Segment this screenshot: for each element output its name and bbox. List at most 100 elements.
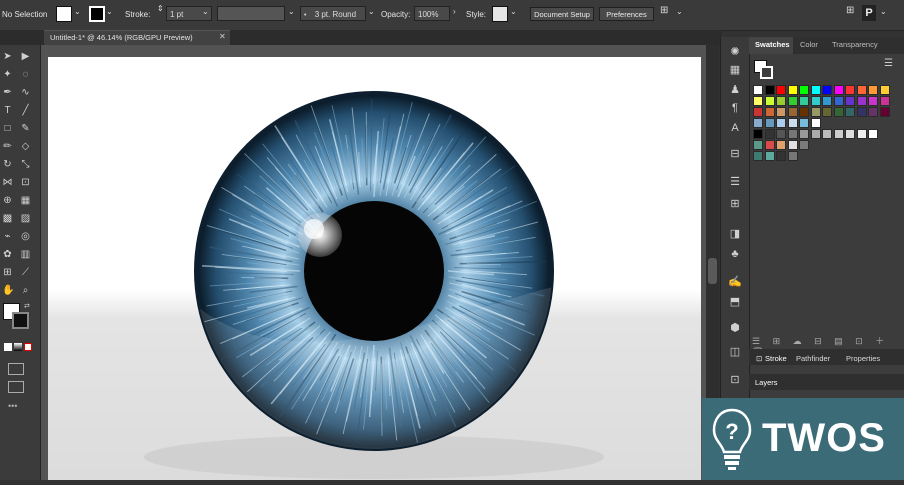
color-swatch[interactable] [753,96,763,106]
color-guide-icon[interactable]: ✺ [727,45,743,59]
blend-icon[interactable]: ◎ [20,231,31,242]
color-swatch[interactable] [776,96,786,106]
color-swatch[interactable] [868,85,878,95]
color-swatch[interactable] [857,107,867,117]
workspace-grid-icon[interactable]: ⊞ [846,5,854,16]
arrange-icon[interactable]: ⊞ [660,5,668,16]
color-swatch[interactable] [753,107,763,117]
color-swatch[interactable] [799,118,809,128]
eyedropper-icon[interactable]: ⌁ [2,231,13,242]
color-swatch[interactable] [857,129,867,139]
libraries-icon[interactable]: ⬢ [727,321,743,335]
column-graph-icon[interactable]: ▥ [20,249,31,260]
scrollbar-thumb[interactable] [708,258,717,284]
color-swatch[interactable] [776,118,786,128]
color-swatch[interactable] [788,107,798,117]
color-swatch[interactable] [834,85,844,95]
color-swatch[interactable] [822,85,832,95]
color-swatch[interactable] [834,129,844,139]
opacity-arrow-icon[interactable]: › [453,7,456,16]
color-swatch[interactable] [845,107,855,117]
color-swatch[interactable] [811,85,821,95]
color-swatch[interactable] [845,85,855,95]
asset-export-icon[interactable]: ⬒ [727,295,743,309]
color-swatch[interactable] [845,96,855,106]
color-swatch[interactable] [857,96,867,106]
variable-width-field[interactable] [217,6,285,21]
align-icon[interactable]: ⊟ [727,147,743,161]
color-swatch[interactable] [811,96,821,106]
screen-mode-icon[interactable] [8,381,24,393]
color-swatch[interactable] [845,129,855,139]
color-swatch[interactable] [765,107,775,117]
scale-icon[interactable]: ⤡ [20,159,31,170]
tab-transparency[interactable]: Transparency [832,40,878,49]
color-swatch[interactable] [753,85,763,95]
document-setup-button[interactable]: Document Setup [530,7,594,21]
edit-toolbar-icon[interactable]: ••• [8,401,17,411]
direct-selection-icon[interactable]: ▶ [20,51,31,62]
color-swatch[interactable] [880,107,890,117]
color-swatch[interactable] [811,107,821,117]
graphic-styles-icon[interactable]: ◨ [727,227,743,241]
drawing-mode-icon[interactable] [8,363,24,375]
color-swatch[interactable] [788,85,798,95]
type-tool-icon[interactable]: T [2,105,13,116]
color-swatch[interactable] [788,96,798,106]
shape-builder-icon[interactable]: ⊕ [2,195,13,206]
color-swatch[interactable] [776,129,786,139]
artboard-tool-icon[interactable]: ⊞ [2,267,13,278]
color-mode-icon[interactable] [4,343,12,351]
puppet-icon[interactable]: ♟ [727,83,743,97]
style-swatch[interactable] [492,6,508,22]
color-swatch[interactable] [822,129,832,139]
slice-icon[interactable]: ⟋ [20,267,31,278]
swap-colors-icon[interactable]: ⇄ [24,302,30,310]
publish-icon[interactable]: P [862,5,876,21]
color-swatch[interactable] [753,140,763,150]
symbols-icon[interactable]: ♣ [727,247,743,261]
character-icon[interactable]: A [727,121,743,135]
brush-dropdown-icon[interactable]: ⌄ [368,7,375,16]
color-swatch[interactable] [811,129,821,139]
panel-stroke-swatch[interactable] [760,66,773,79]
tab-swatches[interactable]: Swatches [755,40,790,49]
color-swatch[interactable] [799,140,809,150]
color-swatch[interactable] [765,85,775,95]
color-swatch[interactable] [880,85,890,95]
magic-wand-icon[interactable]: ✦ [2,69,13,80]
stroke-dropdown-icon[interactable]: ⌄ [106,7,113,16]
rectangle-tool-icon[interactable]: □ [2,123,13,134]
symbol-sprayer-icon[interactable]: ✿ [2,249,13,260]
color-swatch[interactable] [788,129,798,139]
eraser-icon[interactable]: ◇ [20,141,31,152]
pencil-icon[interactable]: ✏ [2,141,13,152]
color-swatch[interactable] [857,85,867,95]
color-swatch[interactable] [868,96,878,106]
mesh-icon[interactable]: ▩ [2,213,13,224]
profile-dropdown-icon[interactable]: ⌄ [288,7,295,16]
color-swatch[interactable] [799,96,809,106]
perspective-icon[interactable]: ▦ [20,195,31,206]
color-swatch[interactable] [776,140,786,150]
stroke-swatch[interactable] [89,6,105,22]
document-tab[interactable]: Untitled-1* @ 46.14% (RGB/GPU Preview) ✕ [44,30,230,45]
panel-menu-icon[interactable]: ☰ [884,58,893,69]
opacity-field[interactable]: 100% [414,6,450,21]
lasso-icon[interactable]: ◌ [20,69,31,80]
color-swatch[interactable] [799,129,809,139]
color-swatch[interactable] [753,129,763,139]
brush-definition-field[interactable]: • 3 pt. Round [300,6,366,21]
artboard[interactable] [48,57,701,480]
free-transform-icon[interactable]: ⊡ [20,177,31,188]
gradient-mode-icon[interactable] [14,343,22,351]
layers-icon[interactable]: ☰ [727,175,743,189]
line-tool-icon[interactable]: ╱ [20,105,31,116]
tab-color[interactable]: Color [800,40,818,49]
color-swatch[interactable] [765,151,775,161]
color-swatch[interactable] [788,151,798,161]
none-mode-icon[interactable] [24,343,32,351]
paragraph-icon[interactable]: ¶ [727,101,743,115]
curvature-icon[interactable]: ∿ [20,87,31,98]
artboards-icon[interactable]: ⊞ [727,197,743,211]
